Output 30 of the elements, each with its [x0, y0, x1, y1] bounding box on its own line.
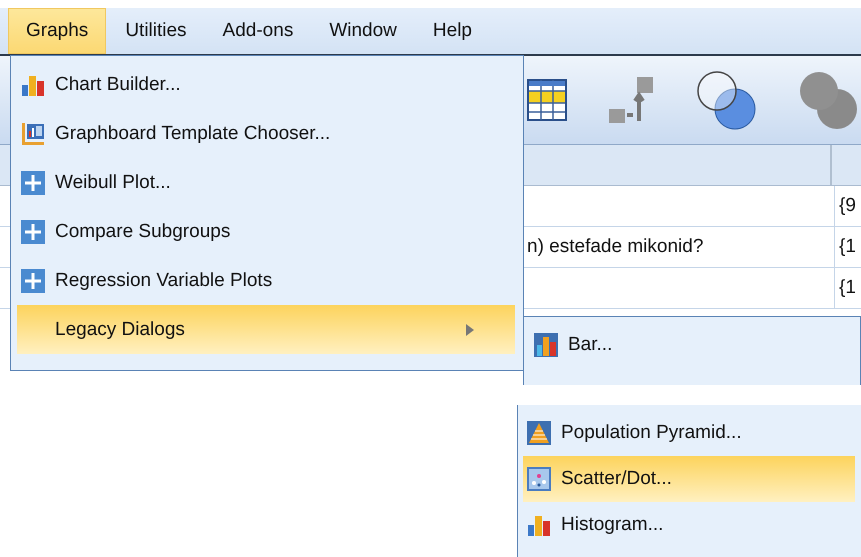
menu-item[interactable]: Graphboard Template Chooser... — [17, 109, 515, 158]
menu-bar-item[interactable]: Window — [312, 8, 414, 54]
bar-chart-icon — [527, 513, 551, 537]
menu-item[interactable]: Scatter/Dot... — [523, 456, 855, 502]
plus-icon — [21, 268, 45, 292]
table-cell: {1 — [839, 236, 856, 258]
plus-icon — [21, 170, 45, 194]
menu-bar-item[interactable]: Add-ons — [206, 8, 310, 54]
menu-item[interactable]: Bar... — [530, 321, 854, 369]
menu-item[interactable]: Regression Variable Plots — [17, 256, 515, 305]
menu-item[interactable]: Population Pyramid... — [523, 410, 855, 456]
table-cell: {1 — [839, 277, 856, 299]
menu-item[interactable]: Weibull Plot... — [17, 158, 515, 207]
plus-icon — [21, 220, 45, 244]
circles-icon[interactable] — [797, 69, 859, 131]
menu-item[interactable]: Legacy Dialogs — [17, 305, 515, 354]
transform-icon[interactable] — [607, 75, 655, 125]
venn-diagram-icon[interactable] — [695, 69, 757, 131]
pyramid-icon — [527, 421, 551, 445]
menu-bar-item[interactable]: Graphs — [8, 8, 106, 54]
menu-item[interactable]: Chart Builder... — [17, 60, 515, 109]
bar-chart-icon — [534, 333, 558, 357]
menu-bar-item[interactable]: Utilities — [108, 8, 204, 54]
menu-item[interactable]: Histogram... — [523, 502, 855, 548]
scatter-plot-icon — [527, 467, 551, 491]
chart-template-icon — [21, 122, 45, 146]
menu-bar-item[interactable]: Help — [416, 8, 489, 54]
table-cell: {9 — [839, 195, 856, 217]
table-cell: n) estefade mikonid? — [527, 236, 704, 258]
menu-item[interactable]: Compare Subgroups — [17, 207, 515, 256]
